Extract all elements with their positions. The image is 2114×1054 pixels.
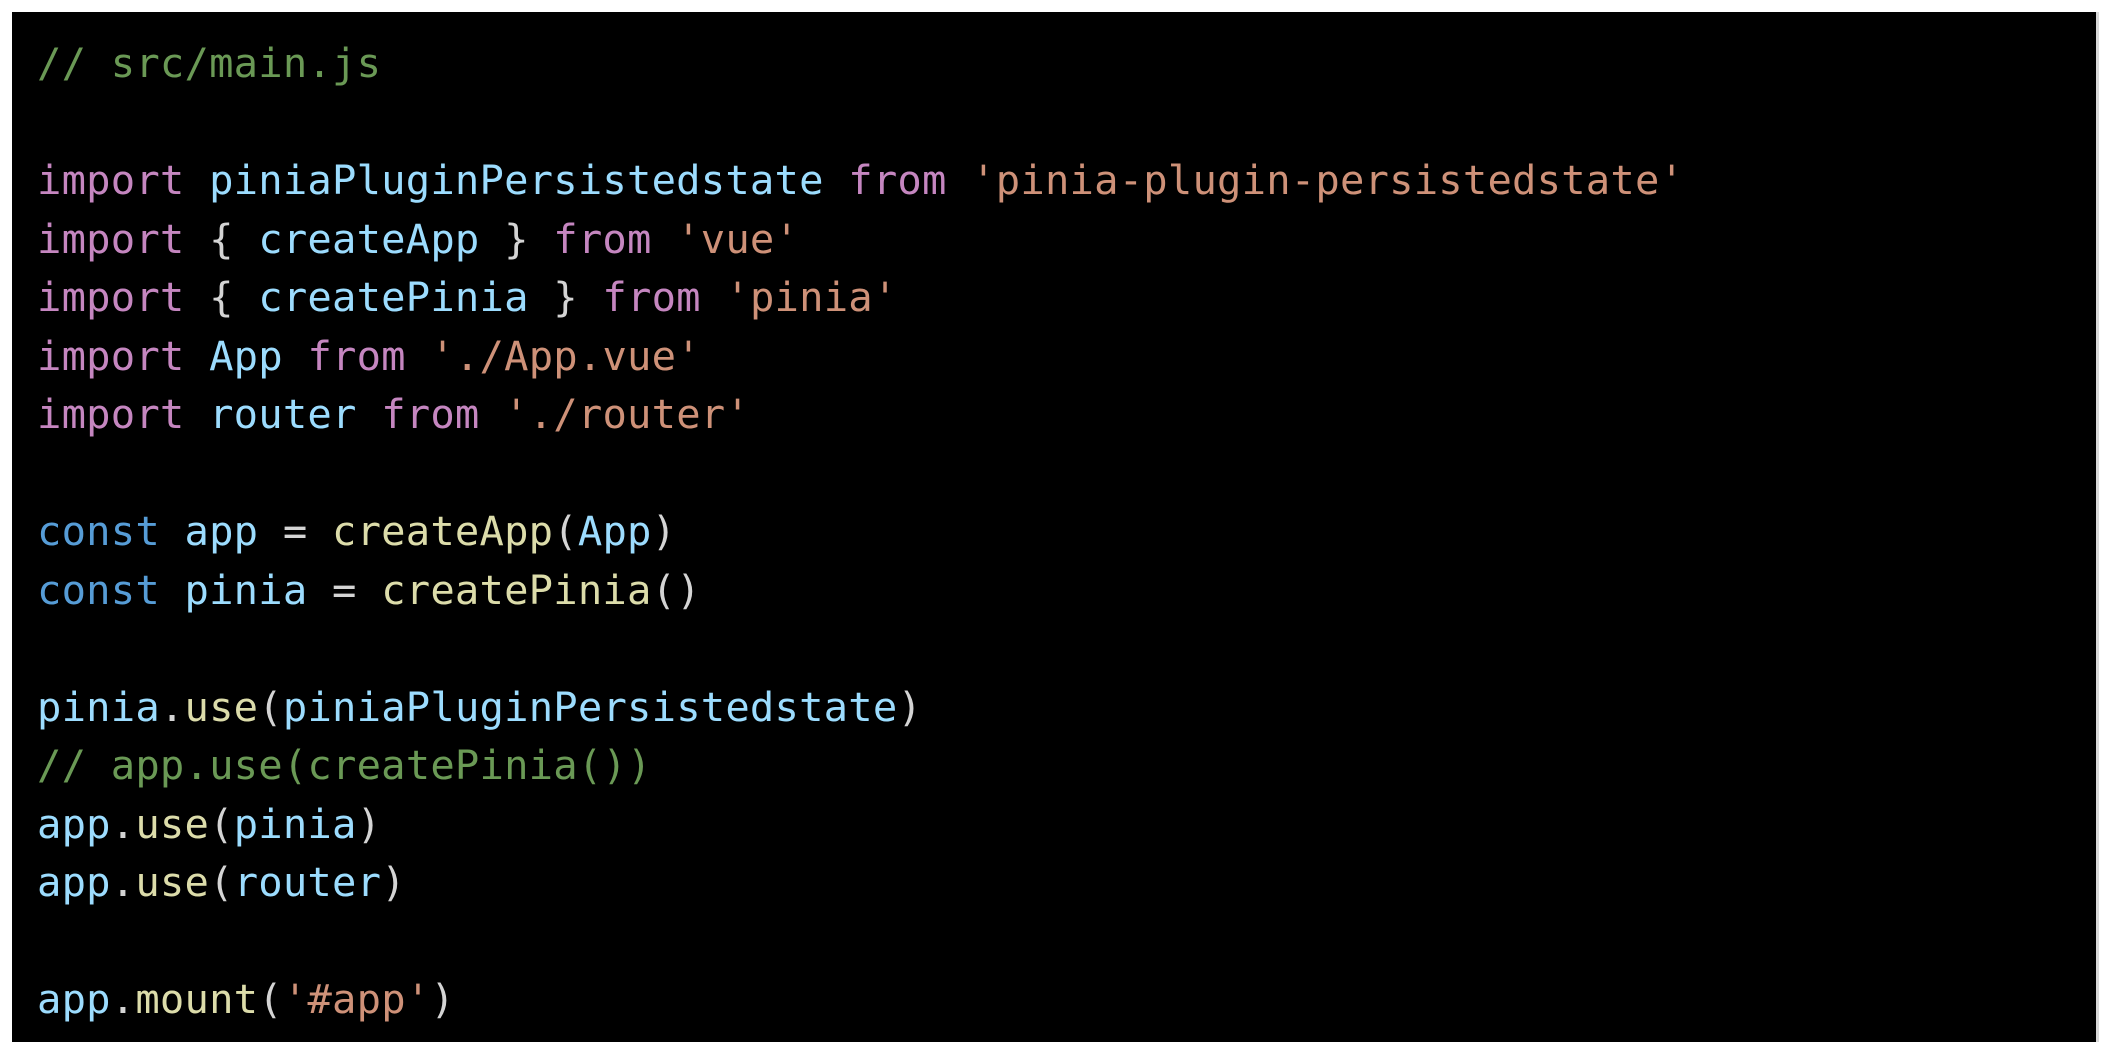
code-token-punct: .: [110, 858, 136, 906]
code-line: import App from './App.vue': [37, 327, 1684, 386]
code-token-punct: (: [258, 975, 283, 1023]
code-token-keyword: from: [553, 214, 652, 263]
code-token-punct: ): [897, 682, 923, 731]
code-token-func: use: [184, 682, 259, 731]
code-token-punct: (: [258, 682, 283, 731]
code-line: pinia.use(piniaPluginPersistedstate): [37, 678, 1684, 737]
code-token-var: pinia: [37, 682, 160, 731]
code-token-punct: [947, 156, 972, 204]
code-line: import router from './router': [37, 385, 1684, 444]
code-token-var: createPinia: [258, 273, 529, 321]
code-token-punct: .: [110, 799, 136, 848]
code-token-punct: {: [184, 214, 259, 263]
code-token-keyword: from: [381, 390, 480, 438]
code-token-punct: ): [381, 858, 406, 906]
code-token-keyword: import: [37, 273, 185, 321]
code-token-keyword: import: [37, 214, 185, 263]
code-line: // src/main.js: [37, 34, 1684, 93]
code-token-punct: (): [651, 565, 701, 614]
code-token-punct: ): [651, 507, 677, 555]
code-token-punct: .: [159, 682, 185, 731]
code-token-string: './App.vue': [430, 331, 701, 380]
code-token-var: piniaPluginPersistedstate: [209, 156, 824, 204]
code-token-comment: // src/main.js: [37, 39, 382, 87]
code-token-var: app: [37, 975, 111, 1023]
code-token-keyword: from: [602, 273, 701, 321]
code-token-punct: [824, 156, 849, 204]
code-token-punct: (: [209, 858, 234, 906]
code-token-func: mount: [135, 975, 259, 1023]
code-token-keyword: import: [37, 331, 185, 380]
code-token-func: createPinia: [381, 565, 652, 614]
code-token-punct: [701, 273, 726, 321]
code-token-storage: const: [37, 565, 160, 614]
code-token-string: 'vue': [676, 214, 800, 263]
code-token-punct: (: [209, 799, 234, 848]
code-line: // app.use(createPinia()): [37, 736, 1684, 795]
code-token-punct: }: [479, 214, 554, 263]
code-token-punct: [283, 332, 308, 380]
code-token-punct: [652, 215, 677, 263]
code-token-func: createApp: [332, 507, 554, 555]
code-line: import { createApp } from 'vue': [37, 210, 1684, 269]
code-token-punct: [160, 566, 185, 614]
code-token-punct: {: [184, 273, 259, 321]
code-line: app.mount('#app'): [37, 970, 1684, 1029]
code-token-punct: =: [307, 565, 382, 614]
code-token-comment: // app.use(createPinia()): [37, 741, 652, 789]
code-token-punct: }: [528, 273, 603, 321]
code-token-punct: .: [110, 975, 136, 1023]
code-token-var: app: [184, 507, 259, 555]
code-line: import piniaPluginPersistedstate from 'p…: [37, 151, 1684, 210]
code-token-func: use: [135, 858, 210, 906]
code-token-punct: [357, 390, 382, 438]
code-token-keyword: from: [307, 331, 406, 380]
code-token-var: pinia: [184, 565, 308, 614]
code-line: import { createPinia } from 'pinia': [37, 268, 1684, 327]
code-token-storage: const: [37, 507, 160, 555]
code-token-punct: [185, 156, 210, 204]
code-token-var: App: [577, 507, 652, 555]
code-token-keyword: import: [37, 390, 185, 438]
code-line: const app = createApp(App): [37, 502, 1684, 561]
code-token-var: pinia: [233, 799, 357, 848]
code-token-var: piniaPluginPersistedstate: [282, 682, 898, 731]
code-token-punct: ): [356, 799, 382, 848]
code-token-punct: =: [258, 507, 333, 555]
code-token-var: app: [37, 858, 111, 906]
code-token-punct: [406, 332, 431, 380]
code-token-string: '#app': [282, 975, 431, 1023]
code-token-string: 'pinia-plugin-persistedstate': [971, 156, 1685, 204]
code-token-keyword: import: [37, 156, 185, 204]
code-line: const pinia = createPinia(): [37, 561, 1684, 620]
code-token-punct: [185, 332, 210, 380]
code-line: app.use(pinia): [37, 795, 1684, 854]
code-token-keyword: from: [848, 156, 947, 204]
code-token-punct: [480, 390, 505, 438]
code-token-string: 'pinia': [725, 273, 898, 321]
code-token-var: router: [233, 858, 382, 906]
code-token-punct: [185, 390, 210, 438]
code-token-var: createApp: [258, 214, 480, 263]
code-token-var: app: [37, 799, 111, 848]
code-line: app.use(router): [37, 853, 1684, 912]
code-token-punct: ): [430, 975, 455, 1023]
code-token-punct: (: [553, 507, 578, 555]
code-token-punct: [160, 507, 185, 555]
code-content: // src/main.js import piniaPluginPersist…: [37, 34, 1684, 1029]
code-block: // src/main.js import piniaPluginPersist…: [12, 12, 2099, 1042]
code-token-string: './router': [504, 390, 750, 438]
code-token-func: use: [135, 799, 210, 848]
code-token-var: router: [209, 390, 357, 438]
code-token-var: App: [209, 331, 283, 380]
